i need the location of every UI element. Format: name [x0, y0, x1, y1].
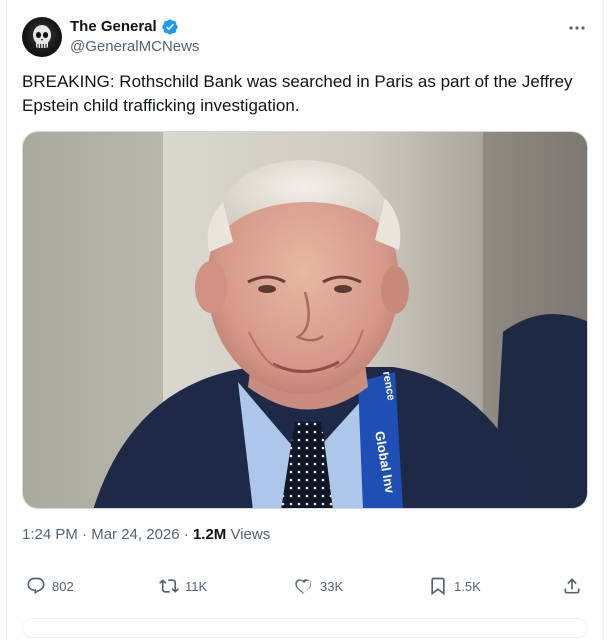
reply-icon [27, 577, 45, 594]
verified-badge-icon[interactable] [161, 18, 179, 36]
separator-dot: · [183, 526, 193, 543]
reply-box-edge [22, 618, 588, 638]
repost-icon [159, 579, 179, 593]
like-icon [295, 579, 312, 594]
avatar[interactable] [22, 17, 62, 57]
separator-dot: · [82, 526, 92, 543]
skull-avatar-icon [33, 25, 51, 48]
share-icon [564, 578, 580, 594]
more-options-icon[interactable] [566, 18, 588, 38]
repost-count: 11K [185, 578, 208, 594]
reply-count: 802 [52, 578, 74, 594]
share-button[interactable] [562, 572, 582, 600]
bookmark-button[interactable]: 1.5K [428, 572, 481, 600]
tweet-timestamp[interactable]: 1:24 PM · Mar 24, 2026 · 1.2M Views [22, 525, 270, 545]
tweet-image[interactable]: Global Inv rence [22, 131, 588, 509]
tweet-text: BREAKING: Rothschild Bank was searched i… [22, 72, 573, 115]
photo-portrait: Global Inv rence [23, 132, 587, 508]
like-button[interactable]: 33K [294, 572, 343, 600]
bookmark-count: 1.5K [454, 578, 481, 594]
like-count: 33K [320, 578, 344, 594]
reply-button[interactable]: 802 [26, 572, 74, 600]
tweet-date[interactable]: Mar 24, 2026 [91, 526, 179, 543]
bookmark-icon [431, 577, 445, 596]
views-count: 1.2M [192, 526, 227, 543]
author-handle[interactable]: @GeneralMCNews [70, 37, 199, 57]
author-name[interactable]: The General [70, 17, 157, 37]
repost-button[interactable]: 11K [159, 572, 207, 600]
views-label: Views [230, 526, 271, 543]
action-bar: 802 11K 33K 1.5K [22, 572, 588, 600]
tweet-time[interactable]: 1:24 PM [22, 526, 78, 543]
